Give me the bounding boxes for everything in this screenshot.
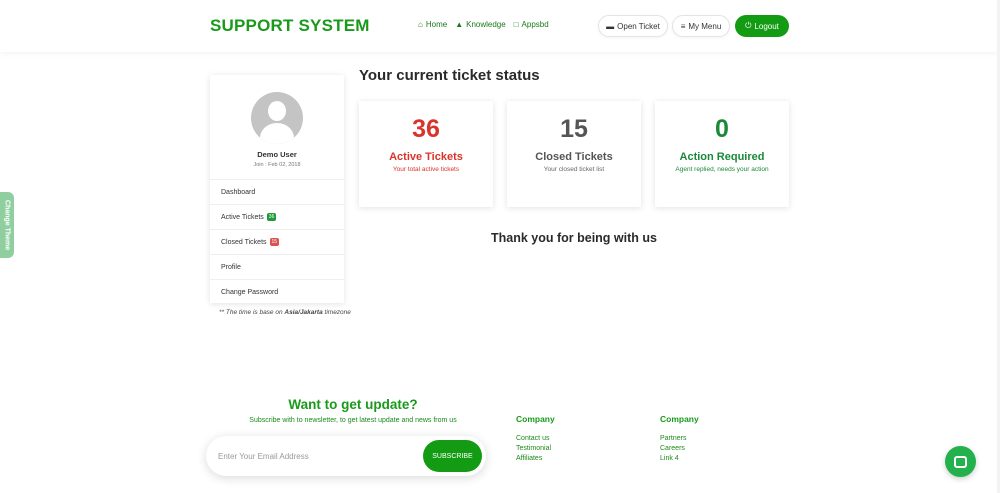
timezone-prefix: ** The time is base on — [219, 309, 283, 316]
brand-logo[interactable]: SUPPORT SYSTEM — [210, 16, 370, 36]
home-icon: ⌂ — [418, 20, 423, 29]
menu-item-label: Active Tickets — [221, 213, 264, 221]
timezone-suffix: timezone — [324, 309, 351, 316]
chat-bubble-icon — [954, 455, 967, 468]
chat-widget-button[interactable] — [945, 446, 976, 477]
my-menu-label: My Menu — [688, 21, 722, 31]
menu-item-change-password[interactable]: Change Password — [210, 279, 344, 304]
stat-label: Action Required — [679, 151, 765, 163]
footer-column-company-2: Company Partners Careers Link 4 — [660, 414, 699, 464]
main-nav: ⌂ Home ▲ Knowledge □ Appsbd — [418, 20, 549, 29]
menu-item-label: Closed Tickets — [221, 238, 267, 246]
stat-number: 15 — [560, 115, 588, 143]
menu-item-label: Dashboard — [221, 188, 256, 196]
stat-subtext: Your closed ticket list — [543, 166, 605, 173]
footer-link-contact-us[interactable]: Contact us — [516, 434, 555, 444]
menu-item-dashboard[interactable]: Dashboard — [210, 179, 344, 204]
graduation-cap-icon: ▲ — [455, 20, 464, 29]
nav-appsbd-link[interactable]: □ Appsbd — [514, 20, 549, 29]
profile-join-date: Join : Feb 02, 2018 — [253, 162, 301, 168]
nav-home-label: Home — [425, 20, 448, 29]
closed-count-badge: 15 — [269, 238, 280, 246]
stat-label: Active Tickets — [389, 151, 463, 163]
stat-label: Closed Tickets — [535, 151, 613, 163]
stat-number: 0 — [715, 115, 729, 143]
logout-label: Logout — [754, 21, 779, 31]
top-header: SUPPORT SYSTEM ⌂ Home ▲ Knowledge □ Appsbd … — [0, 0, 1000, 52]
my-menu-button[interactable]: ≡ My Menu — [672, 15, 730, 37]
footer-link-partners[interactable]: Partners — [660, 434, 699, 444]
open-ticket-label: Open Ticket — [617, 21, 660, 31]
thank-you-message: Thank you for being with us — [491, 231, 657, 245]
footer-column-company-1: Company Contact us Testimonial Affiliate… — [516, 414, 555, 464]
footer-link-careers[interactable]: Careers — [660, 444, 699, 454]
menu-item-label: Profile — [221, 263, 241, 271]
menu-item-profile[interactable]: Profile — [210, 254, 344, 279]
stat-subtext: Your total active tickets — [392, 166, 460, 173]
nav-appsbd-label: Appsbd — [521, 20, 549, 29]
profile-card: Demo User Join : Feb 02, 2018 Dashboard … — [210, 75, 344, 303]
avatar — [251, 92, 303, 144]
timezone-zone: Asia/Jakarta — [284, 309, 323, 316]
active-count-badge: 36 — [266, 213, 277, 221]
subscribe-button[interactable]: SUBSCRIBE — [423, 440, 482, 472]
stat-card-action-required[interactable]: 0 Action Required Agent replied, needs y… — [655, 101, 789, 207]
avatar-body-shape — [260, 123, 294, 144]
stat-subtext: Agent replied, needs your action — [675, 166, 769, 173]
email-field[interactable] — [218, 447, 408, 465]
change-theme-tab[interactable]: Change Theme — [0, 192, 14, 258]
menu-icon: ≡ — [680, 21, 686, 31]
menu-item-active-tickets[interactable]: Active Tickets 36 — [210, 204, 344, 229]
logout-button[interactable]: ⏻ Logout — [735, 15, 789, 37]
power-icon: ⏻ — [745, 21, 752, 30]
stat-number: 36 — [412, 115, 440, 143]
newsletter-title: Want to get update? — [288, 397, 418, 412]
change-theme-label: Change Theme — [3, 199, 11, 251]
footer-heading: Company — [516, 414, 555, 424]
nav-knowledge-label: Knowledge — [466, 20, 506, 29]
profile-name: Demo User — [257, 150, 297, 159]
newsletter-subtitle: Subscribe with to newsletter, to get lat… — [249, 417, 457, 424]
footer-link-testimonial[interactable]: Testimonial — [516, 444, 555, 454]
timezone-note: ** The time is base on Asia/Jakarta time… — [219, 309, 351, 316]
newsletter-form: SUBSCRIBE — [206, 436, 486, 476]
avatar-head-shape — [268, 101, 286, 121]
open-ticket-button[interactable]: ▬ Open Ticket — [598, 15, 668, 37]
document-icon: □ — [513, 20, 519, 29]
footer-heading: Company — [660, 414, 699, 424]
footer-link-affiliates[interactable]: Affiliates — [516, 454, 555, 464]
page-title: Your current ticket status — [359, 67, 540, 84]
stat-card-active[interactable]: 36 Active Tickets Your total active tick… — [359, 101, 493, 207]
nav-knowledge-link[interactable]: ▲ Knowledge — [455, 20, 506, 29]
profile-menu: Dashboard Active Tickets 36 Closed Ticket… — [210, 179, 344, 304]
footer-link-link-4[interactable]: Link 4 — [660, 454, 699, 464]
ticket-icon: ▬ — [606, 21, 615, 31]
menu-item-closed-tickets[interactable]: Closed Tickets 15 — [210, 229, 344, 254]
menu-item-label: Change Password — [221, 288, 279, 296]
stat-card-closed[interactable]: 15 Closed Tickets Your closed ticket lis… — [507, 101, 641, 207]
nav-home-link[interactable]: ⌂ Home — [418, 20, 447, 29]
